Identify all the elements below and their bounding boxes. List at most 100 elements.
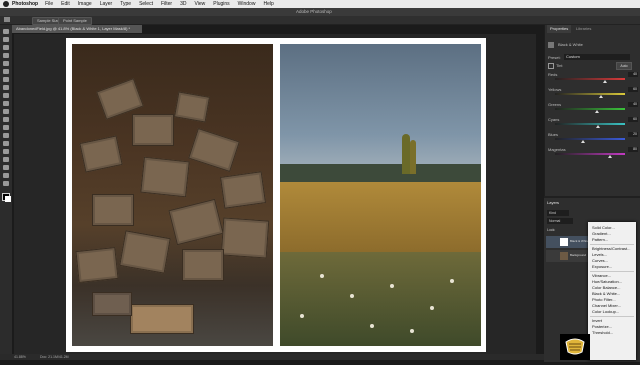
menu-item-hue-saturation[interactable]: Hue/Saturation... xyxy=(592,279,622,284)
menu-image[interactable]: Image xyxy=(78,0,92,8)
menu-item-threshold[interactable]: Threshold... xyxy=(592,330,613,335)
marquee-tool-icon[interactable] xyxy=(3,37,9,42)
menu-help[interactable]: Help xyxy=(263,0,273,8)
lasso-tool-icon[interactable] xyxy=(3,45,9,50)
color-slider-track[interactable] xyxy=(555,138,625,140)
menu-edit[interactable]: Edit xyxy=(61,0,70,8)
crates-photo xyxy=(72,44,273,346)
slider-value-field[interactable]: 20 xyxy=(628,132,638,137)
menu-filter[interactable]: Filter xyxy=(161,0,172,8)
menu-item-curves[interactable]: Curves... xyxy=(592,258,608,263)
slider-knob[interactable] xyxy=(607,155,612,158)
menu-item-color-balance[interactable]: Color Balance... xyxy=(592,285,620,290)
tab-libraries[interactable]: Libraries xyxy=(573,25,594,33)
blur-tool-icon[interactable] xyxy=(3,125,9,130)
filter-kind-select[interactable]: Kind xyxy=(547,210,569,216)
eyedropper-icon[interactable] xyxy=(4,17,10,22)
menu-item-gradient[interactable]: Gradient... xyxy=(592,231,611,236)
crop-tool-icon[interactable] xyxy=(3,61,9,66)
tab-layers[interactable]: Layers xyxy=(547,200,559,205)
document-info: Doc: 21.1M/41.2M xyxy=(40,355,69,359)
adjustment-name: Black & White xyxy=(558,42,583,47)
slider-knob[interactable] xyxy=(596,125,601,128)
slider-value-field[interactable]: 40 xyxy=(628,72,638,77)
color-slider-track[interactable] xyxy=(555,78,625,80)
poplar-tree xyxy=(410,140,416,174)
layer-row-background[interactable]: Background xyxy=(546,250,588,262)
slider-label: Cyans xyxy=(548,117,560,122)
menu-item-exposure[interactable]: Exposure... xyxy=(592,264,612,269)
zoom-tool-icon[interactable] xyxy=(3,181,9,186)
menu-separator xyxy=(590,316,634,317)
gradient-tool-icon[interactable] xyxy=(3,117,9,122)
menu-plugins[interactable]: Plugins xyxy=(213,0,229,8)
layer-name[interactable]: Background xyxy=(570,253,586,257)
blend-mode-select[interactable]: Normal xyxy=(547,218,573,224)
menu-select[interactable]: Select xyxy=(139,0,153,8)
slider-knob[interactable] xyxy=(603,80,608,83)
color-slider-track[interactable] xyxy=(555,123,625,125)
slider-knob[interactable] xyxy=(595,110,599,113)
slider-value-field[interactable]: 60 xyxy=(628,117,638,122)
slider-knob[interactable] xyxy=(581,140,585,143)
menu-file[interactable]: File xyxy=(45,0,53,8)
hand-tool-icon[interactable] xyxy=(3,173,9,178)
color-slider-track[interactable] xyxy=(555,108,625,110)
tab-properties[interactable]: Properties xyxy=(547,25,572,33)
menu-item-color-lookup[interactable]: Color Lookup... xyxy=(592,309,619,314)
stamp-tool-icon[interactable] xyxy=(3,93,9,98)
layer-row-adjustment[interactable]: Black & White 1 xyxy=(546,236,591,248)
preset-select[interactable]: Custom xyxy=(564,54,630,60)
menu-item-pattern[interactable]: Pattern... xyxy=(592,237,608,242)
slider-label: Reds xyxy=(548,72,558,77)
menu-item-photo-filter[interactable]: Photo Filter... xyxy=(592,297,616,302)
menu-separator xyxy=(590,271,634,272)
slider-label: Yellows xyxy=(548,87,562,92)
slider-value-field[interactable]: 60 xyxy=(628,87,638,92)
pen-tool-icon[interactable] xyxy=(3,141,9,146)
quick-select-tool-icon[interactable] xyxy=(3,53,9,58)
menu-item-channel-mixer[interactable]: Channel Mixer... xyxy=(592,303,621,308)
color-slider-track[interactable] xyxy=(555,153,625,155)
move-tool-icon[interactable] xyxy=(3,29,9,34)
apple-icon[interactable] xyxy=(3,1,9,7)
layer-mask-thumbnail[interactable] xyxy=(560,238,568,246)
zoom-level[interactable]: 41.88% xyxy=(14,354,26,360)
menu-3d[interactable]: 3D xyxy=(180,0,186,8)
color-slider-track[interactable] xyxy=(555,93,625,95)
menu-item-posterize[interactable]: Posterize... xyxy=(592,324,612,329)
shape-tool-icon[interactable] xyxy=(3,165,9,170)
menu-type[interactable]: Type xyxy=(120,0,131,8)
slider-value-field[interactable]: 40 xyxy=(628,102,638,107)
path-select-icon[interactable] xyxy=(3,157,9,162)
healing-tool-icon[interactable] xyxy=(3,77,9,82)
menu-item-vibrance[interactable]: Vibrance... xyxy=(592,273,611,278)
slider-knob[interactable] xyxy=(599,95,604,98)
menu-item-solid-color[interactable]: Solid Color... xyxy=(592,225,615,230)
eraser-tool-icon[interactable] xyxy=(3,109,9,114)
menu-item-invert[interactable]: Invert xyxy=(592,318,602,323)
brush-tool-icon[interactable] xyxy=(3,85,9,90)
menu-layer[interactable]: Layer xyxy=(100,0,113,8)
menu-item-levels[interactable]: Levels... xyxy=(592,252,607,257)
slider-value-field[interactable]: 80 xyxy=(628,147,638,152)
preset-label: Preset: xyxy=(548,55,561,60)
background-color-swatch[interactable] xyxy=(5,196,11,202)
document-tab[interactable]: AbandonedField.jpg @ 41.8% (Black & Whit… xyxy=(12,25,142,33)
point-sample-button[interactable]: Point Sample xyxy=(58,17,92,25)
foreground-grass xyxy=(280,252,481,346)
lock-label: Lock: xyxy=(547,228,556,232)
tint-checkbox[interactable] xyxy=(548,63,554,69)
history-brush-icon[interactable] xyxy=(3,101,9,106)
eyedropper-tool-icon[interactable] xyxy=(3,69,9,74)
auto-button[interactable]: Auto xyxy=(616,62,632,70)
adjustment-icon xyxy=(548,42,554,48)
type-tool-icon[interactable] xyxy=(3,149,9,154)
app-name[interactable]: Photoshop xyxy=(12,0,38,8)
dodge-tool-icon[interactable] xyxy=(3,133,9,138)
menu-window[interactable]: Window xyxy=(238,0,256,8)
menu-view[interactable]: View xyxy=(195,0,206,8)
options-bar: Sample Size Point Sample xyxy=(0,16,640,25)
menu-item-brightness-contrast[interactable]: Brightness/Contrast... xyxy=(592,246,630,251)
menu-item-black-white[interactable]: Black & White... xyxy=(592,291,620,296)
